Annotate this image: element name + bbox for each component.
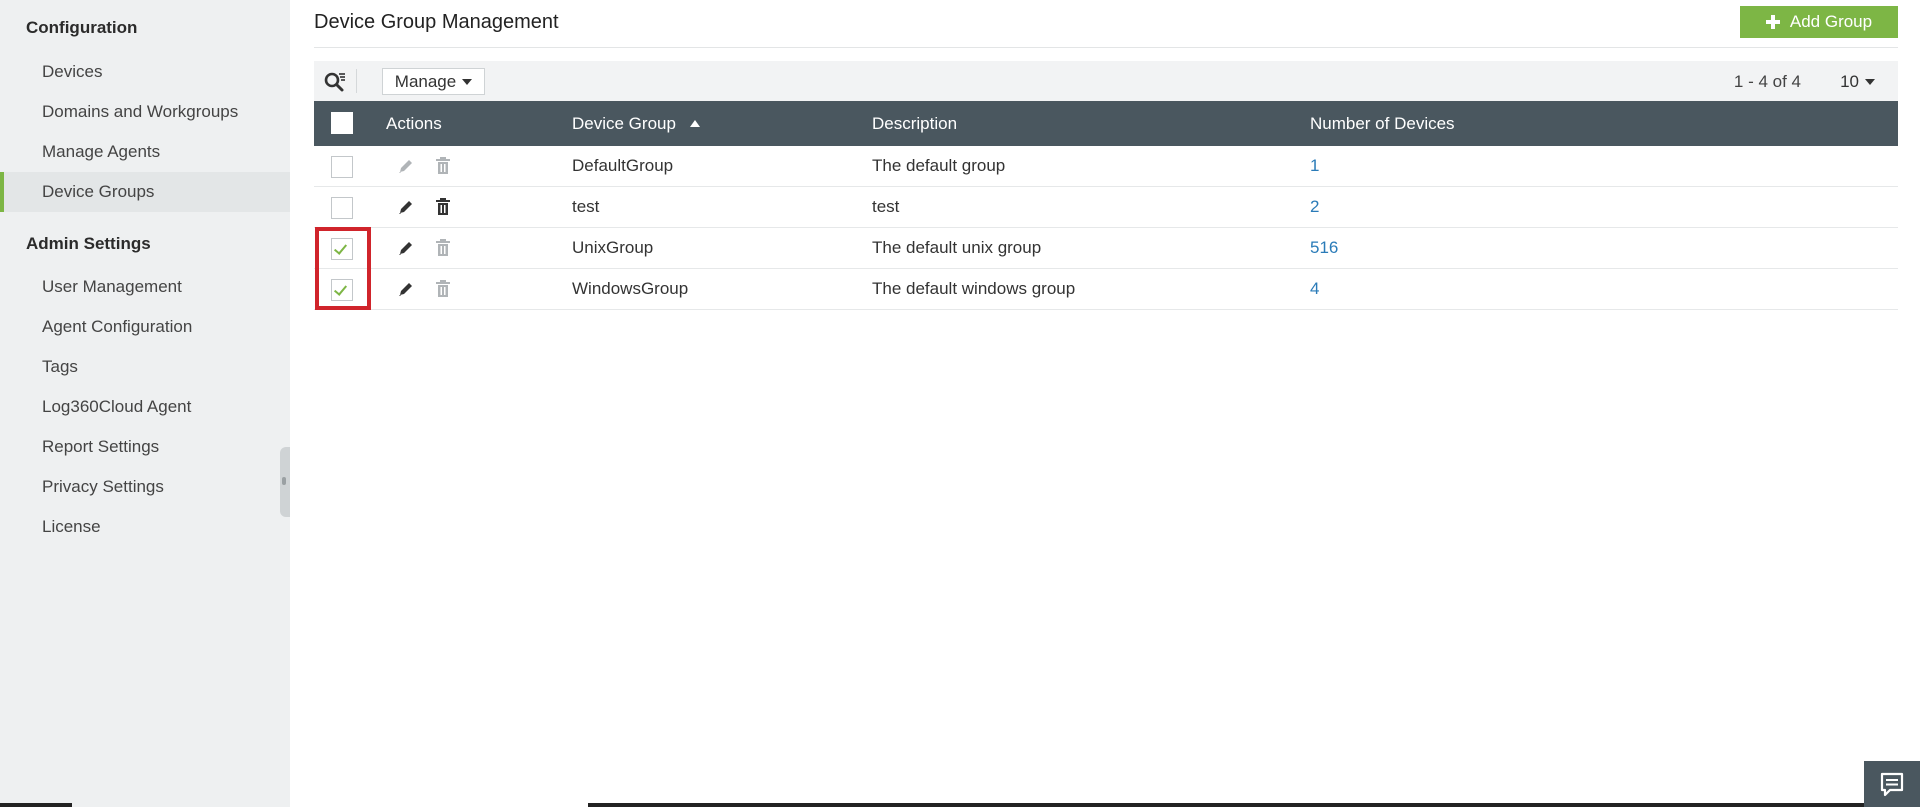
edit-pencil-icon[interactable] [397,280,415,298]
edit-pencil-icon[interactable] [397,239,415,257]
title-bar: Device Group Management Add Group [314,0,1898,48]
caret-down-icon [1865,79,1875,85]
page-size-value: 10 [1840,72,1859,91]
device-group-description: test [872,197,900,216]
pagination-info: 1 - 4 of 4 [1733,72,1801,91]
column-device-group-label: Device Group [572,114,676,133]
select-all-checkbox[interactable] [331,112,353,134]
sidebar-item-device-groups[interactable]: Device Groups [0,172,290,212]
bottom-edge-bar [0,803,72,807]
column-device-group[interactable]: Device Group [572,101,700,146]
trash-icon[interactable] [435,280,451,298]
search-filter-icon[interactable] [324,71,346,93]
toolbar-divider [356,69,357,93]
section-configuration-heading: Configuration [26,18,138,37]
table-row: DefaultGroup The default group 1 [314,146,1898,187]
table-row: UnixGroup The default unix group 516 [314,228,1898,269]
section-admin-heading: Admin Settings [26,234,151,253]
sidebar-item-devices[interactable]: Devices [0,52,290,92]
device-group-name: test [572,197,600,216]
sidebar-item-manage-agents[interactable]: Manage Agents [0,132,290,172]
sidebar-item-log360cloud-agent[interactable]: Log360Cloud Agent [0,387,290,427]
add-group-label: Add Group [1789,12,1873,31]
collapse-grip-icon [282,477,286,485]
column-description: Description [872,114,958,133]
configuration-nav: Devices Domains and Workgroups Manage Ag… [0,52,290,212]
table-row: WindowsGroup The default windows group 4 [314,269,1898,310]
column-actions: Actions [386,114,442,133]
trash-icon[interactable] [435,239,451,257]
sidebar-item-license[interactable]: License [0,507,290,547]
edit-pencil-icon[interactable] [397,157,415,175]
admin-nav: User Management Agent Configuration Tags… [0,267,290,547]
sort-ascending-icon [689,120,700,127]
device-group-name: WindowsGroup [572,279,689,298]
device-group-description: The default windows group [872,279,1076,298]
device-group-description: The default unix group [872,238,1042,257]
sidebar-item-report-settings[interactable]: Report Settings [0,427,290,467]
caret-down-icon [462,78,473,85]
sidebar: Configuration Devices Domains and Workgr… [0,0,290,807]
device-count-link[interactable]: 4 [1310,269,1319,309]
device-count-link[interactable]: 516 [1310,228,1338,268]
edit-pencil-icon[interactable] [397,198,415,216]
sidebar-collapse-handle[interactable] [280,447,290,517]
page-title: Device Group Management [314,11,559,33]
chat-icon [1880,772,1904,797]
selection-highlight-box [315,227,371,310]
plus-icon [1765,15,1780,29]
sidebar-item-domains-workgroups[interactable]: Domains and Workgroups [0,92,290,132]
table-header: Actions Device Group Description Number … [314,101,1898,146]
manage-label: Manage [394,71,457,91]
trash-icon[interactable] [435,198,451,216]
sidebar-item-agent-configuration[interactable]: Agent Configuration [0,307,290,347]
sidebar-item-privacy-settings[interactable]: Privacy Settings [0,467,290,507]
device-group-name: UnixGroup [572,238,654,257]
device-group-description: The default group [872,156,1006,175]
main-content: Device Group Management Add Group Manage… [290,0,1920,807]
add-group-button[interactable]: Add Group [1740,6,1898,38]
device-count-link[interactable]: 1 [1310,146,1319,186]
device-group-name: DefaultGroup [572,156,674,175]
sidebar-item-tags[interactable]: Tags [0,347,290,387]
column-number-of-devices: Number of Devices [1310,114,1455,133]
row-checkbox[interactable] [331,197,353,219]
device-count-link[interactable]: 2 [1310,187,1319,227]
page-size-select[interactable]: 10 [1840,72,1875,92]
table-toolbar: Manage 1 - 4 of 4 10 [314,61,1898,101]
bottom-edge-bar [588,803,1864,807]
chat-button[interactable] [1864,761,1920,807]
manage-dropdown[interactable]: Manage [382,68,485,95]
table-row: test test 2 [314,187,1898,228]
sidebar-item-user-management[interactable]: User Management [0,267,290,307]
trash-icon[interactable] [435,157,451,175]
row-checkbox[interactable] [331,156,353,178]
